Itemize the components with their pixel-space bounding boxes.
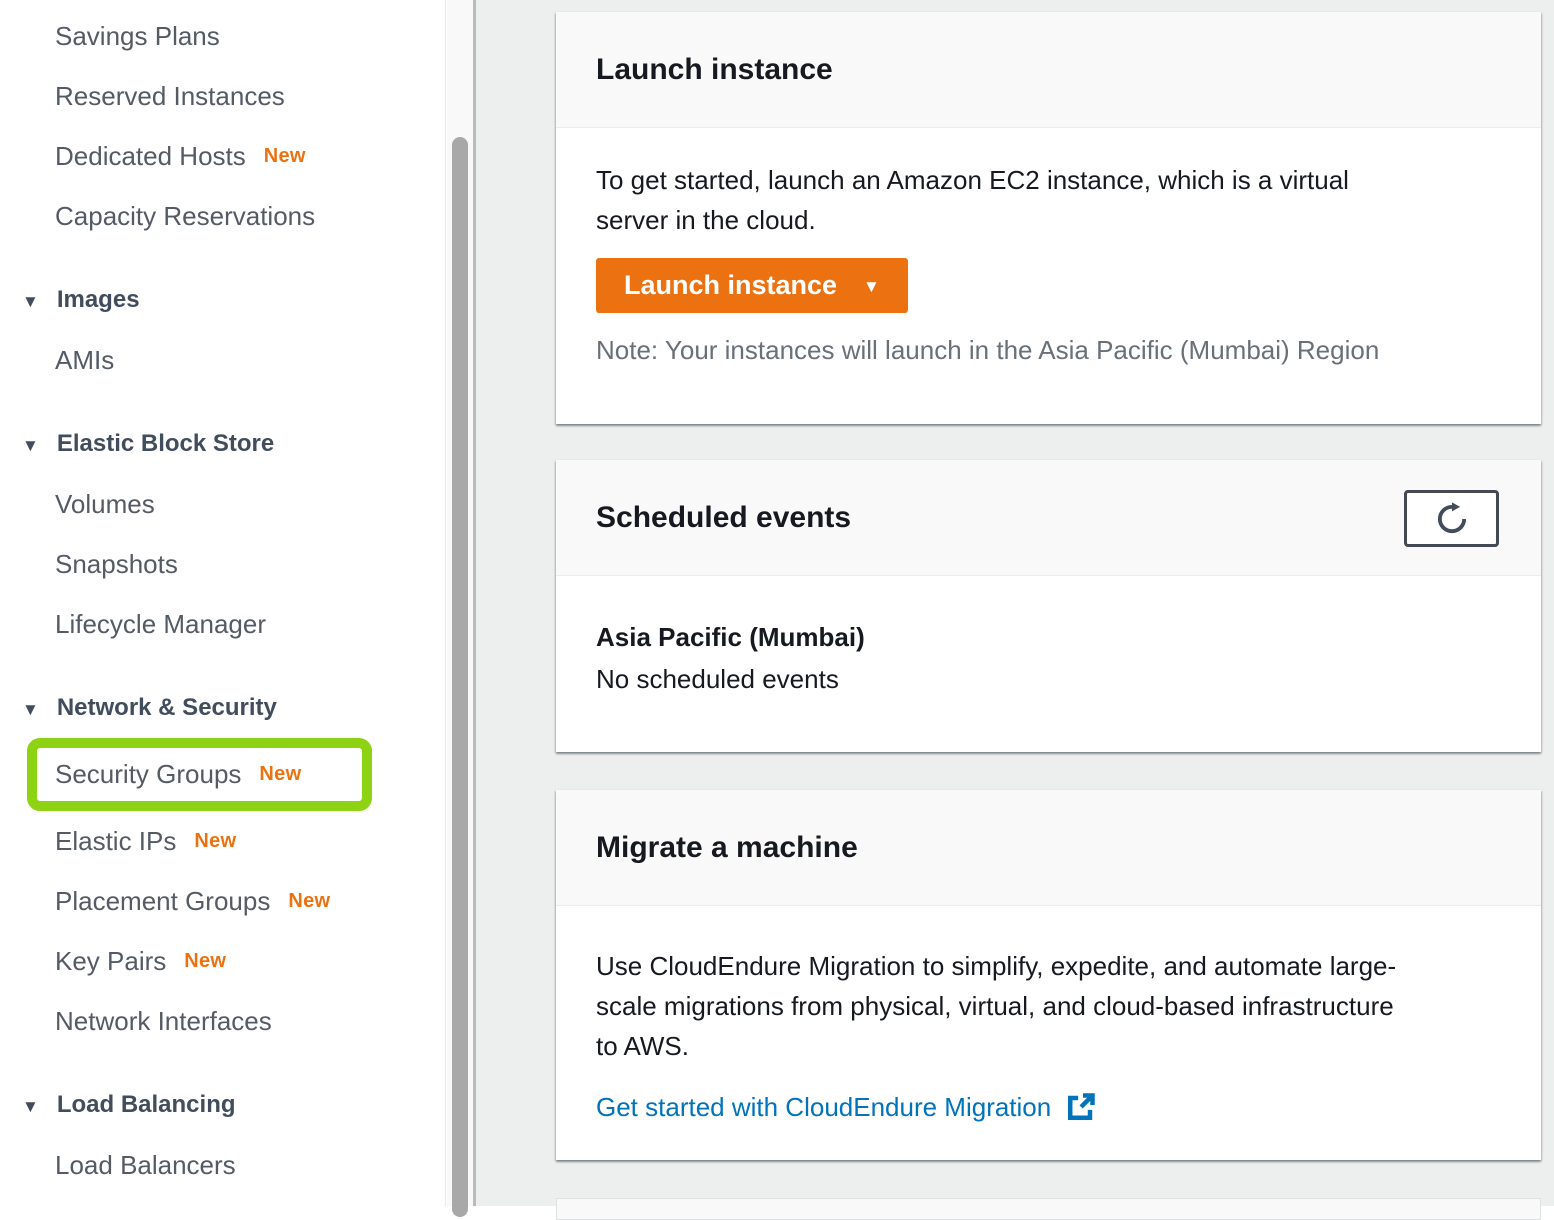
new-badge: New [259,763,301,786]
sidebar-item-volumes[interactable]: Volumes [0,474,445,534]
sidebar-section-images[interactable]: ▼ Images [0,270,445,330]
launch-instance-button-label: Launch instance [624,270,837,301]
sidebar-item-security-groups[interactable]: Security Groups New [27,738,372,811]
sidebar-item-label: Snapshots [55,549,178,580]
launch-instance-button[interactable]: Launch instance ▼ [596,258,908,313]
new-badge: New [184,950,226,973]
card-header: Launch instance [556,12,1541,128]
sidebar-item-label: Savings Plans [55,21,220,52]
card-body: Asia Pacific (Mumbai) No scheduled event… [556,576,1541,695]
sidebar-item-label: Load Balancers [55,1150,236,1181]
sidebar-item-network-interfaces[interactable]: Network Interfaces [0,991,445,1051]
sidebar-item-amis[interactable]: AMIs [0,330,445,390]
sidebar-item-label: Network Interfaces [55,1006,272,1037]
caret-down-icon: ▼ [863,278,880,295]
ec2-sidebar-nav: Savings Plans Reserved Instances Dedicat… [0,0,446,1206]
sidebar-item-label: Lifecycle Manager [55,609,266,640]
sidebar-scrollbar-track[interactable] [447,0,473,1206]
caret-down-icon: ▼ [22,701,39,718]
sidebar-scrollbar-thumb[interactable] [452,137,468,1217]
sidebar-section-load-balancing[interactable]: ▼ Load Balancing [0,1075,445,1135]
sidebar-item-snapshots[interactable]: Snapshots [0,534,445,594]
sidebar-item-load-balancers[interactable]: Load Balancers [0,1135,445,1195]
new-badge: New [288,890,330,913]
sidebar-item-elastic-ips[interactable]: Elastic IPs New [0,811,445,871]
sidebar-item-capacity-reservations[interactable]: Capacity Reservations [0,186,445,246]
card-header: Migrate a machine [556,790,1541,906]
external-link-icon [1065,1092,1096,1123]
migrate-description: Use CloudEndure Migration to simplify, e… [596,946,1501,1066]
launch-description: To get started, launch an Amazon EC2 ins… [596,160,1501,240]
sidebar-item-label: Placement Groups [55,886,270,917]
card-body: To get started, launch an Amazon EC2 ins… [556,128,1541,366]
new-badge: New [194,830,236,853]
sidebar-section-label: Load Balancing [57,1091,236,1119]
sidebar-item-label: Elastic IPs [55,826,176,857]
sidebar-item-label: Capacity Reservations [55,201,315,232]
sidebar-item-label: Security Groups [55,759,241,790]
card-header: Scheduled events [556,460,1541,576]
refresh-icon [1434,501,1470,537]
region-note: Note: Your instances will launch in the … [596,335,1501,366]
card-title: Launch instance [596,53,833,87]
sidebar-item-label: AMIs [55,345,114,376]
caret-down-icon: ▼ [22,293,39,310]
sidebar-item-dedicated-hosts[interactable]: Dedicated Hosts New [0,126,445,186]
card-title: Scheduled events [596,501,851,535]
sidebar-item-label: Key Pairs [55,946,166,977]
cloudendure-migration-link-label: Get started with CloudEndure Migration [596,1092,1051,1123]
sidebar-item-placement-groups[interactable]: Placement Groups New [0,871,445,931]
sidebar-item-label: Reserved Instances [55,81,285,112]
new-badge: New [264,145,306,168]
card-body: Use CloudEndure Migration to simplify, e… [556,906,1541,1123]
sidebar-item-key-pairs[interactable]: Key Pairs New [0,931,445,991]
main-content: Launch instance To get started, launch a… [476,0,1554,1206]
sidebar-section-elastic-block-store[interactable]: ▼ Elastic Block Store [0,414,445,474]
launch-instance-card: Launch instance To get started, launch a… [556,12,1541,424]
sidebar-item-savings-plans[interactable]: Savings Plans [0,6,445,66]
refresh-button[interactable] [1404,490,1499,547]
card-title: Migrate a machine [596,831,858,865]
caret-down-icon: ▼ [22,1098,39,1115]
cloudendure-migration-link[interactable]: Get started with CloudEndure Migration [596,1092,1096,1123]
caret-down-icon: ▼ [22,437,39,454]
scheduled-events-card: Scheduled events Asia Pacific (Mumbai) N… [556,460,1541,752]
sidebar-section-label: Images [57,286,140,314]
scheduled-events-status: No scheduled events [596,664,1501,695]
migrate-machine-card: Migrate a machine Use CloudEndure Migrat… [556,790,1541,1160]
region-name: Asia Pacific (Mumbai) [596,622,1501,653]
sidebar-item-lifecycle-manager[interactable]: Lifecycle Manager [0,594,445,654]
sidebar-item-reserved-instances[interactable]: Reserved Instances [0,66,445,126]
sidebar-section-network-security[interactable]: ▼ Network & Security [0,678,445,738]
partial-card [556,1198,1541,1220]
sidebar-section-label: Network & Security [57,694,277,722]
sidebar-item-label: Dedicated Hosts [55,141,246,172]
sidebar-section-label: Elastic Block Store [57,430,274,458]
sidebar-item-label: Volumes [55,489,155,520]
